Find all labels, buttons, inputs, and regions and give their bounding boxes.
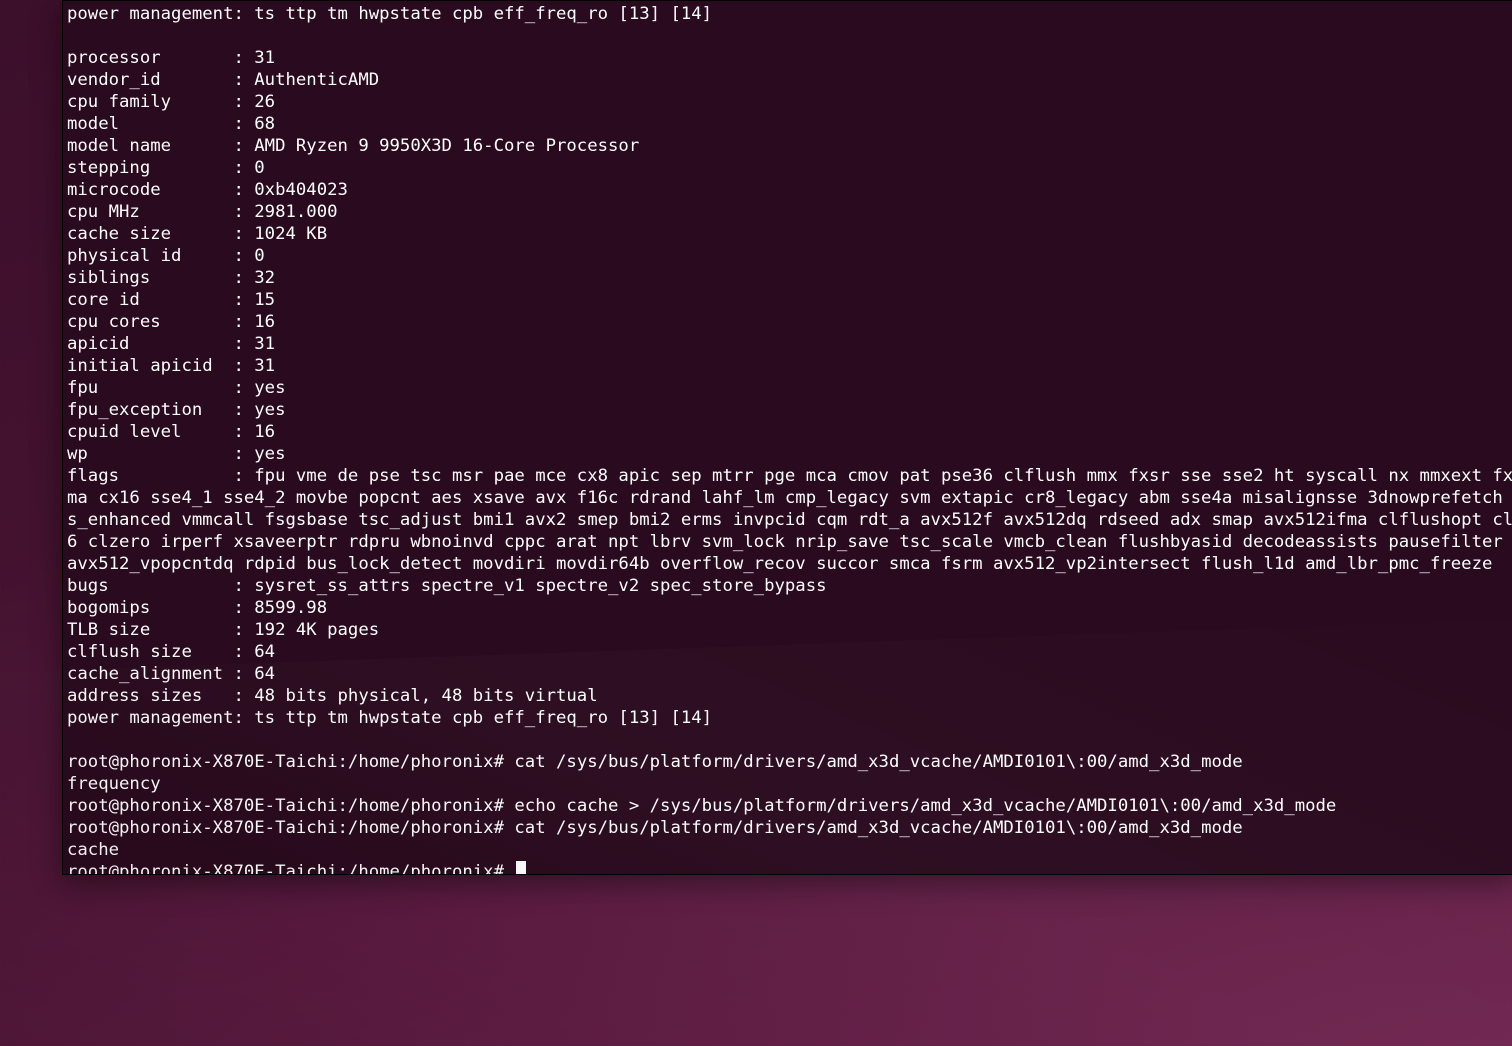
command-1: cat /sys/bus/platform/drivers/amd_x3d_vc… — [514, 752, 1242, 772]
command-2: echo cache > /sys/bus/platform/drivers/a… — [514, 796, 1336, 816]
prompt-line-3: root@phoronix-X870E-Taichi:/home/phoroni… — [67, 818, 1243, 838]
prompt-line-2: root@phoronix-X870E-Taichi:/home/phoroni… — [67, 796, 1336, 816]
command-3: cat /sys/bus/platform/drivers/amd_x3d_vc… — [514, 818, 1242, 838]
prompt-line-current[interactable]: root@phoronix-X870E-Taichi:/home/phoroni… — [67, 862, 526, 875]
output-1: frequency — [67, 774, 161, 794]
terminal-window[interactable]: power management: ts ttp tm hwpstate cpb… — [62, 0, 1512, 875]
desktop-background: power management: ts ttp tm hwpstate cpb… — [0, 0, 1512, 1046]
shell-prompt: root@phoronix-X870E-Taichi:/home/phoroni… — [67, 818, 504, 838]
shell-prompt: root@phoronix-X870E-Taichi:/home/phoroni… — [67, 862, 504, 875]
shell-prompt: root@phoronix-X870E-Taichi:/home/phoroni… — [67, 796, 504, 816]
text-cursor — [516, 861, 526, 875]
terminal-output[interactable]: power management: ts ttp tm hwpstate cpb… — [63, 1, 1512, 875]
prompt-line-1: root@phoronix-X870E-Taichi:/home/phoroni… — [67, 752, 1243, 772]
shell-prompt: root@phoronix-X870E-Taichi:/home/phoroni… — [67, 752, 504, 772]
output-3: cache — [67, 840, 119, 860]
cpuinfo-block: power management: ts ttp tm hwpstate cpb… — [67, 4, 1512, 728]
